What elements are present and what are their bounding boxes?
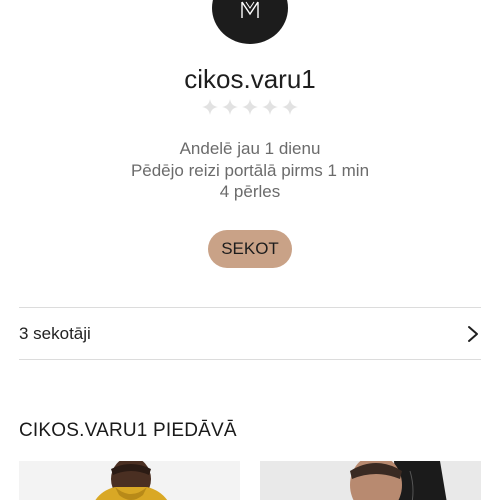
- followers-row[interactable]: 3 sekotāji: [19, 308, 481, 359]
- last-seen-text: Pēdējo reizi portālā pirms 1 min: [130, 160, 370, 180]
- brand-logo-icon: [239, 0, 261, 20]
- product-card[interactable]: [19, 461, 240, 500]
- chevron-right-icon: [467, 325, 481, 343]
- product-image: [260, 461, 481, 500]
- star-icon: [201, 98, 219, 116]
- star-icon: [261, 98, 279, 116]
- member-since-text: Andelē jau 1 dienu: [179, 139, 321, 158]
- star-icon: [281, 98, 299, 116]
- profile-page: cikos.varu1 Andelē jau 1 dienu Pēdējo re…: [0, 0, 500, 500]
- product-image: [19, 461, 240, 500]
- rating-stars: [0, 98, 500, 116]
- star-icon: [241, 98, 259, 116]
- product-card[interactable]: [260, 461, 481, 500]
- followers-label: 3 sekotāji: [19, 323, 91, 343]
- profile-info: Andelē jau 1 dienu Pēdējo reizi portālā …: [0, 138, 500, 203]
- listings-title: CIKOS.VARU1 PIEDĀVĀ: [19, 420, 237, 441]
- star-icon: [221, 98, 239, 116]
- avatar: [212, 0, 288, 44]
- username: cikos.varu1: [184, 64, 316, 94]
- pearls-count-text: 4 pērles: [219, 182, 281, 201]
- follow-button[interactable]: SEKOT: [208, 230, 292, 268]
- divider: [19, 359, 481, 360]
